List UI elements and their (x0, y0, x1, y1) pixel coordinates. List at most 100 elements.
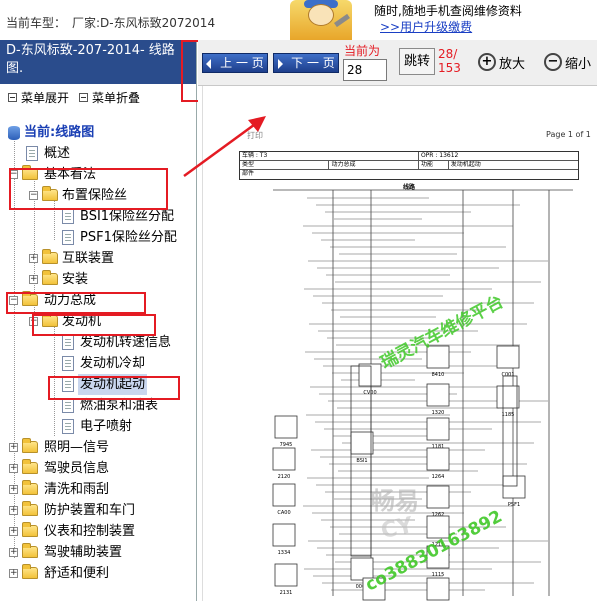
collapse-toggle-icon[interactable]: − (9, 170, 18, 179)
page-count-total: 153 (438, 61, 461, 75)
expand-toggle-icon[interactable]: + (9, 506, 18, 515)
component-box (272, 447, 296, 471)
folder-open-icon (42, 312, 58, 327)
expand-toggle-icon[interactable]: + (9, 527, 18, 536)
expand-toggle-icon[interactable]: + (29, 254, 38, 263)
document-icon (62, 230, 74, 245)
component-box (426, 417, 450, 441)
tree-item-engine[interactable]: − 发动机 (0, 311, 196, 332)
component-box (426, 545, 450, 569)
page-count-current: 28/ (438, 47, 458, 61)
left-panel: D-东风标致-207-2014- 线路图. 菜单展开 菜单折叠 当前:线路图 概… (0, 40, 197, 601)
jump-button[interactable]: 跳转 (399, 48, 435, 75)
tree-item-protection-doors[interactable]: + 防护装置和车门 (0, 500, 196, 521)
collapse-toggle-icon[interactable]: − (9, 296, 18, 305)
expand-toggle-icon[interactable]: + (9, 464, 18, 473)
tree-item-instruments[interactable]: + 仪表和控制装置 (0, 521, 196, 542)
tree-item-psf1-fuse[interactable]: PSF1保险丝分配 (0, 227, 196, 248)
component-box (496, 385, 520, 409)
menu-controls: 菜单展开 菜单折叠 (0, 84, 196, 110)
folder-open-icon (42, 186, 58, 201)
folder-open-icon (22, 165, 38, 180)
ad-banner[interactable]: 随时,随地手机查阅维修资料 >>用户升级缴费 (286, 0, 597, 40)
component-box (426, 577, 450, 601)
tree-item-engine-cooling[interactable]: 发动机冷却 (0, 353, 196, 374)
diagram-header-table: 车辆 : T3 OPR : 13612 类型 动力总成 功能 发动机起动 部件 (239, 151, 579, 180)
tree-item-engine-start[interactable]: 发动机起动 (0, 374, 196, 395)
tree-item-powertrain[interactable]: − 动力总成 (0, 290, 196, 311)
menu-expand-label: 菜单展开 (21, 90, 70, 105)
car-model-value: 厂家:D-东风标致2072014 (72, 16, 216, 30)
component-label: CV00 (363, 390, 376, 396)
tree-item-fuel-pump[interactable]: 燃油泵和油表 (0, 395, 196, 416)
tree-item-comfort[interactable]: + 舒适和便利 (0, 563, 196, 584)
zoom-out-label: 缩小 (565, 56, 592, 72)
collapse-toggle-icon[interactable]: − (29, 191, 38, 200)
component-box (502, 475, 526, 499)
menu-collapse-button[interactable]: 菜单折叠 (79, 89, 140, 106)
tree-item-injection[interactable]: 电子喷射 (0, 416, 196, 437)
tree-item-label: 照明—信号 (44, 440, 110, 455)
expand-toggle-icon[interactable]: + (9, 443, 18, 452)
page-of-label: Page 1 of 1 (546, 130, 591, 139)
tree-item-label: 清洗和雨刮 (44, 482, 110, 497)
tree-item-lighting[interactable]: + 照明—信号 (0, 437, 196, 458)
current-page-input[interactable] (343, 59, 387, 81)
zoom-in-button[interactable]: + 放大 (478, 50, 525, 74)
header-cell: 发动机起动 (450, 161, 481, 168)
component-label: BSI1 (356, 458, 367, 464)
document-icon (62, 419, 74, 434)
tree-item-install[interactable]: + 安装 (0, 269, 196, 290)
header-cell: 类型 (240, 161, 330, 169)
tree-item-label: 发动机起动 (78, 374, 148, 395)
navigation-tree: 当前:线路图 概述 − 基本看法 − 布置保险丝 BSI1保险丝分配 PSF1保… (0, 110, 196, 584)
header-cell: 部件 (242, 170, 255, 177)
document-icon (62, 398, 74, 413)
tree-item-label: PSF1保险丝分配 (80, 230, 177, 245)
tree-item-engine-speed[interactable]: 发动机转速信息 (0, 332, 196, 353)
expand-toggle-icon[interactable]: + (9, 485, 18, 494)
document-icon (62, 356, 74, 371)
component-box (358, 363, 382, 387)
menu-expand-button[interactable]: 菜单展开 (8, 89, 69, 106)
component-label: 8410 (432, 372, 445, 378)
tree-item-label: 布置保险丝 (62, 188, 128, 203)
prev-page-button[interactable]: 上 一 页 (202, 53, 268, 73)
component-box (362, 577, 386, 601)
component-label: 1320 (432, 410, 445, 416)
collapse-toggle-icon[interactable]: − (29, 317, 38, 326)
component-label: 2120 (278, 474, 291, 480)
component-box (272, 523, 296, 547)
current-page-label: 当前为 (344, 44, 381, 58)
upgrade-link[interactable]: >>用户升级缴费 (380, 18, 472, 35)
tree-item-driving-assist[interactable]: + 驾驶辅助装置 (0, 542, 196, 563)
zoom-out-button[interactable]: − 缩小 (544, 50, 591, 74)
tree-item-basic-view[interactable]: − 基本看法 (0, 164, 196, 185)
tree-item-label: 防护装置和车门 (44, 503, 136, 518)
component-label: 1115 (432, 572, 445, 578)
expand-toggle-icon[interactable]: + (9, 569, 18, 578)
component-box (350, 431, 374, 455)
tree-item-label: 驾驶员信息 (44, 461, 110, 476)
component-label: 1334 (278, 550, 291, 556)
next-page-button[interactable]: 下 一 页 (273, 53, 339, 73)
tree-item-overview[interactable]: 概述 (0, 143, 196, 164)
component-box (426, 515, 450, 539)
expand-toggle-icon[interactable]: + (29, 275, 38, 284)
tree-root-current: 当前:线路图 (0, 122, 196, 143)
print-link[interactable]: 打印 (247, 130, 263, 141)
component-label: 7945 (280, 442, 293, 448)
tree-item-bsi1-fuse[interactable]: BSI1保险丝分配 (0, 206, 196, 227)
viewer-toolbar: 上 一 页 下 一 页 当前为 跳转 28/ 153 + 放大 − 缩小 (198, 40, 597, 86)
tree-item-label: 互联装置 (62, 251, 115, 266)
tree-item-washer-wiper[interactable]: + 清洗和雨刮 (0, 479, 196, 500)
component-label: C001 (501, 372, 514, 378)
ad-text: 随时,随地手机查阅维修资料 (374, 4, 522, 18)
tree-item-interconnect[interactable]: + 互联装置 (0, 248, 196, 269)
expand-toggle-icon[interactable]: + (9, 548, 18, 557)
tree-item-driver-info[interactable]: + 驾驶员信息 (0, 458, 196, 479)
tree-item-fuse-layout[interactable]: − 布置保险丝 (0, 185, 196, 206)
expand-icon (8, 92, 17, 102)
component-box (426, 485, 450, 509)
header-cell: 动力总成 (329, 161, 419, 169)
